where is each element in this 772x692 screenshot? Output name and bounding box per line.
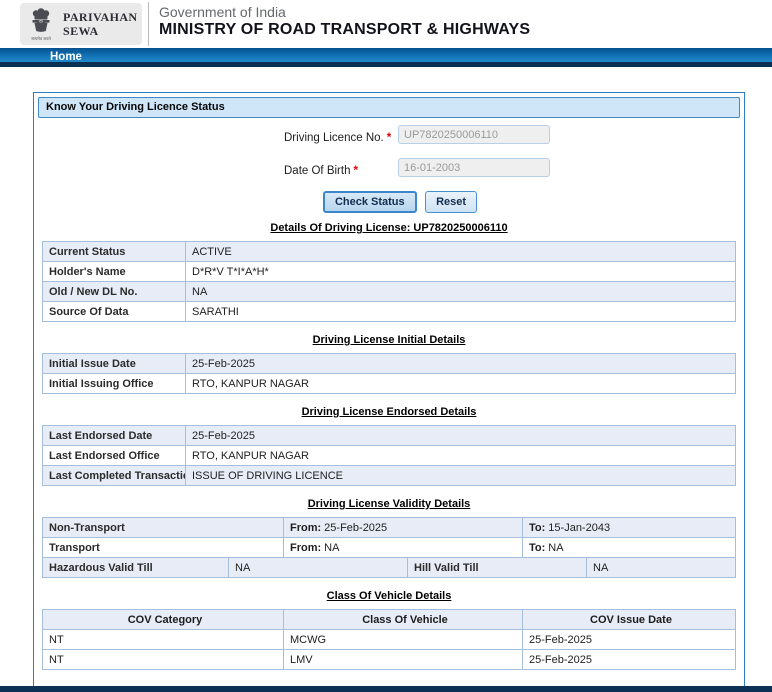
panel-title: Know Your Driving Licence Status (38, 97, 740, 118)
ashoka-emblem-icon: सत्यमेव जयते (24, 7, 58, 41)
table-row: NT LMV 25-Feb-2025 (42, 649, 736, 670)
table-row: Non-Transport From: 25-Feb-2025 To: 15-Jan… (42, 517, 736, 538)
form-buttons: Check Status Reset (34, 191, 744, 213)
endorsed-details-heading: Driving License Endorsed Details (301, 406, 477, 418)
table-row: Holder's Name D*R*V T*I*A*H* (42, 261, 736, 282)
status-table: Current Status ACTIVE Holder's Name D*R*… (42, 241, 736, 322)
validity-table: Non-Transport From: 25-Feb-2025 To: 15-Jan… (42, 517, 736, 558)
licence-status-form: Driving Licence No.* Date Of Birth* Chec… (34, 122, 744, 218)
table-row: Initial Issue Date 25-Feb-2025 (42, 353, 736, 374)
table-row: Transport From: NA To: NA (42, 537, 736, 558)
validity-details-heading: Driving License Validity Details (307, 498, 471, 510)
dob-input[interactable] (398, 158, 550, 177)
table-row: NT MCWG 25-Feb-2025 (42, 629, 736, 650)
table-row: Last Endorsed Date 25-Feb-2025 (42, 425, 736, 446)
dl-number-label: Driving Licence No. * (284, 132, 392, 144)
content-panel: Know Your Driving Licence Status Driving… (33, 92, 745, 692)
cov-issue-date-header: COV Issue Date (522, 609, 736, 630)
cov-category-header: COV Category (42, 609, 284, 630)
table-row: Last Endorsed Office RTO, KANPUR NAGAR (42, 445, 736, 466)
endorsed-details-table: Last Endorsed Date 25-Feb-2025 Last Endo… (42, 425, 736, 486)
initial-details-heading: Driving License Initial Details (312, 334, 466, 346)
satyameva-jayate-motto: सत्यमेव जयते (31, 35, 51, 41)
details-heading: Details Of Driving License: UP7820250006… (270, 222, 508, 234)
page-header: सत्यमेव जयते PARIVAHAN SEWA Government o… (0, 0, 772, 48)
required-asterisk: * (353, 165, 358, 177)
cov-table: COV Category Class Of Vehicle COV Issue … (42, 609, 736, 670)
footer-bar (0, 686, 772, 692)
cov-heading: Class Of Vehicle Details (326, 590, 452, 602)
ministry-title: MINISTRY OF ROAD TRANSPORT & HIGHWAYS (159, 21, 531, 38)
table-row: Initial Issuing Office RTO, KANPUR NAGAR (42, 373, 736, 394)
government-of-india-label: Government of India (159, 4, 286, 20)
header-divider (148, 2, 149, 46)
parivahan-sewa-wordmark: PARIVAHAN SEWA (63, 10, 138, 38)
table-row: Last Completed Transaction ISSUE OF DRIV… (42, 465, 736, 486)
validity-extra-table: Hazardous Valid Till NA Hill Valid Till … (42, 557, 736, 578)
dob-label: Date Of Birth * (284, 165, 358, 177)
reset-button[interactable]: Reset (425, 191, 478, 213)
nav-home-link[interactable]: Home (50, 48, 82, 67)
table-row: Hazardous Valid Till NA Hill Valid Till … (42, 557, 736, 578)
class-of-vehicle-header: Class Of Vehicle (283, 609, 523, 630)
main-nav-bar: Home (0, 48, 772, 67)
initial-details-table: Initial Issue Date 25-Feb-2025 Initial I… (42, 353, 736, 394)
table-row: Current Status ACTIVE (42, 241, 736, 262)
parivahan-logo: सत्यमेव जयते PARIVAHAN SEWA (20, 3, 142, 45)
table-row: Source Of Data SARATHI (42, 301, 736, 322)
required-asterisk: * (386, 132, 392, 144)
table-row: Old / New DL No. NA (42, 281, 736, 302)
dl-number-input[interactable] (398, 125, 550, 144)
table-header-row: COV Category Class Of Vehicle COV Issue … (42, 609, 736, 630)
check-status-button[interactable]: Check Status (322, 191, 417, 213)
